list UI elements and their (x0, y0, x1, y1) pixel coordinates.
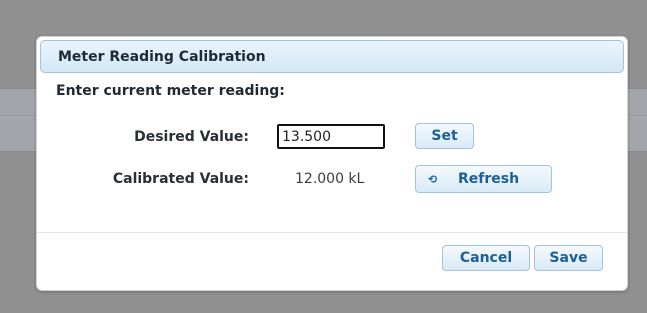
desired-value-label: Desired Value: (134, 129, 249, 145)
calibration-dialog: Meter Reading Calibration Enter current … (36, 36, 628, 291)
desired-value-input[interactable] (277, 124, 385, 149)
dialog-title-bar: Meter Reading Calibration (40, 40, 624, 73)
refresh-button[interactable]: ⟲ Refresh (415, 165, 552, 193)
dialog-title: Meter Reading Calibration (58, 49, 266, 65)
cancel-button[interactable]: Cancel (442, 245, 530, 271)
dialog-prompt: Enter current meter reading: (56, 83, 285, 99)
save-button[interactable]: Save (534, 245, 603, 271)
refresh-button-label: Refresh (458, 171, 520, 187)
set-button[interactable]: Set (415, 123, 474, 149)
footer-divider (37, 232, 627, 233)
calibrated-value-label: Calibrated Value: (112, 171, 249, 187)
refresh-icon: ⟲ (428, 173, 438, 186)
calibrated-value: 12.000 kL (295, 171, 365, 187)
